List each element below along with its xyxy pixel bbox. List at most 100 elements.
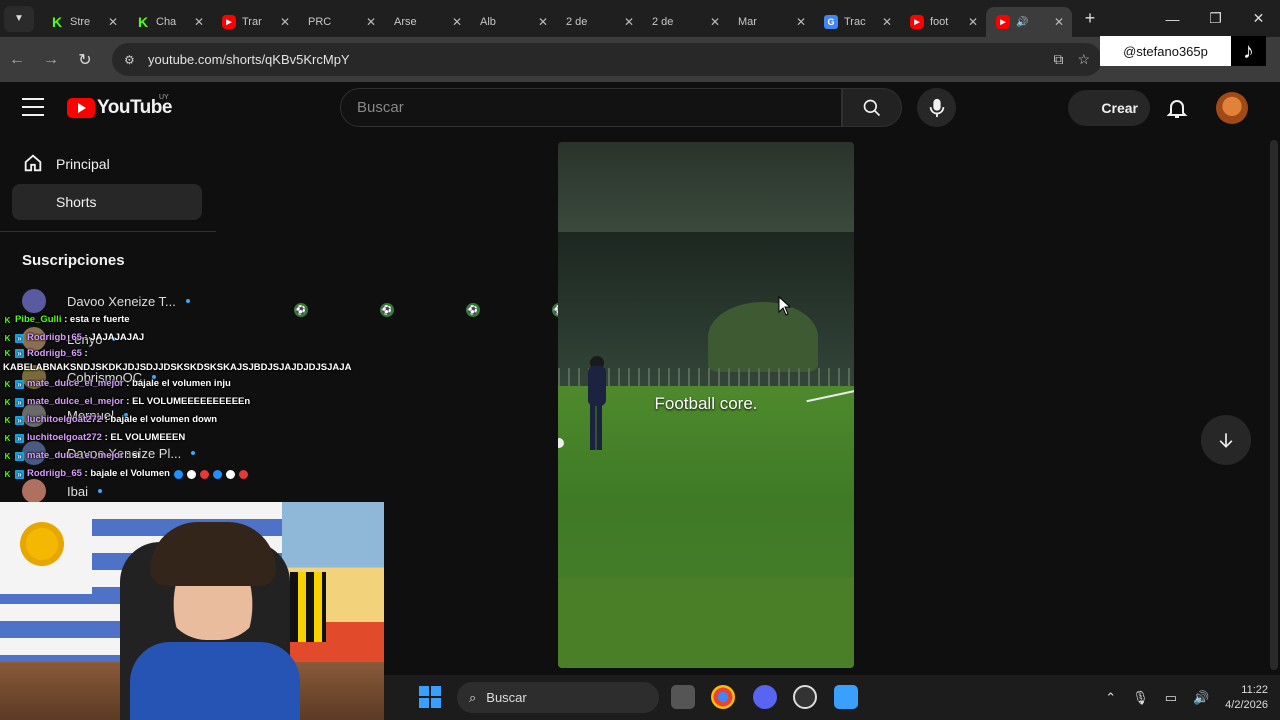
- sidebar-item-principal[interactable]: Principal: [12, 146, 202, 182]
- browser-tab[interactable]: ⚽ PRC ✕: [294, 7, 384, 317]
- close-tab-icon[interactable]: ✕: [364, 15, 378, 29]
- menu-icon[interactable]: [22, 98, 44, 116]
- chat-username[interactable]: Rodriigb_65: [27, 348, 82, 359]
- task-view-icon[interactable]: [671, 685, 695, 709]
- chat-username[interactable]: luchitoelgoat272: [27, 429, 102, 447]
- chat-text: bajale el Volumen: [90, 468, 170, 479]
- new-tab-button[interactable]: +: [1076, 8, 1104, 29]
- close-tab-icon[interactable]: ✕: [880, 15, 894, 29]
- obs-icon[interactable]: [793, 685, 817, 709]
- browser-tab[interactable]: K Stre ✕: [40, 7, 126, 37]
- browser-tab[interactable]: ⚽2 de✕: [552, 7, 642, 317]
- subscriber-badge-icon: »: [15, 433, 24, 443]
- notifications-bell-icon[interactable]: [1165, 96, 1189, 120]
- close-tab-icon[interactable]: ✕: [106, 15, 120, 29]
- tab-title: Trar: [242, 16, 262, 28]
- taskbar-search-placeholder: Buscar: [486, 690, 527, 705]
- forward-button[interactable]: →: [34, 51, 68, 69]
- close-tab-icon[interactable]: ✕: [794, 15, 808, 29]
- create-label: Crear: [1101, 100, 1138, 116]
- minimize-button[interactable]: —: [1151, 0, 1194, 37]
- restore-button[interactable]: ❐: [1194, 0, 1237, 37]
- next-short-button[interactable]: [1201, 415, 1251, 465]
- chat-text: esta re fuerte: [69, 314, 130, 325]
- youtube-header: YouTube UY Buscar Crear: [0, 82, 1280, 134]
- browser-tab[interactable]: ▶ 🔊 ✕: [986, 7, 1072, 37]
- youtube-logo[interactable]: YouTube UY: [67, 94, 172, 119]
- close-tab-icon[interactable]: ✕: [622, 15, 636, 29]
- close-tab-icon[interactable]: ✕: [966, 15, 980, 29]
- search-button[interactable]: [842, 88, 902, 127]
- chat-username[interactable]: Rodriigb_65: [27, 329, 82, 347]
- clock-date: 4/2/2026: [1225, 698, 1268, 711]
- close-tab-icon[interactable]: ✕: [1052, 15, 1066, 29]
- ball-icon: ⚽: [466, 303, 480, 317]
- install-app-icon[interactable]: ⧉: [1053, 51, 1063, 68]
- stream-chat-overlay: K Pibe_Gulli : esta re fuerte K» Rodriigb_6…: [0, 311, 351, 483]
- close-tab-icon[interactable]: ✕: [536, 15, 550, 29]
- chat-text: bajale el volumen inju: [132, 378, 231, 389]
- chevron-up-icon[interactable]: ⌃: [1105, 690, 1116, 706]
- close-tab-icon[interactable]: ✕: [708, 15, 722, 29]
- chat-emote-icon: [212, 469, 222, 479]
- chat-username[interactable]: mate_dulce_el_mejor: [27, 393, 124, 411]
- search-input[interactable]: Buscar: [340, 88, 842, 127]
- chat-text: EL VOLUMEEEN: [110, 432, 186, 443]
- volume-icon[interactable]: 🔊: [1193, 690, 1209, 706]
- sidebar-item-label: Principal: [56, 156, 110, 172]
- close-window-button[interactable]: ✕: [1237, 0, 1280, 37]
- bookmark-star-icon[interactable]: ☆: [1077, 51, 1090, 68]
- browser-tab[interactable]: ⚽2 de✕: [638, 7, 728, 317]
- browser-tab[interactable]: ⚽ Alb ✕: [466, 7, 556, 317]
- microphone-icon[interactable]: 🎙: [1132, 690, 1149, 706]
- close-tab-icon[interactable]: ✕: [450, 15, 464, 29]
- close-tab-icon[interactable]: ✕: [278, 15, 292, 29]
- discord-icon[interactable]: [753, 685, 777, 709]
- sidebar-item-shorts[interactable]: Shorts: [12, 184, 202, 220]
- search-icon: ⌕: [469, 689, 477, 705]
- browser-tab[interactable]: K Cha ✕: [126, 7, 212, 37]
- omnibox-actions: ⧉ ☆: [1053, 43, 1090, 76]
- tab-audio-icon[interactable]: 🔊: [1016, 17, 1028, 28]
- back-button[interactable]: ←: [0, 51, 34, 69]
- tab-search-button[interactable]: ▼: [4, 5, 34, 32]
- shorts-video-player[interactable]: Football core.: [558, 142, 854, 668]
- chat-message: K» mate_dulce_el_mejor : EL VOLUMEEEEEEEE…: [0, 393, 270, 411]
- chat-username[interactable]: luchitoelgoat272: [27, 411, 102, 429]
- chat-message: K» Rodriigb_65 : bajale el Volumen: [0, 465, 270, 483]
- kick-badge-icon: K: [4, 315, 11, 325]
- browser-tab[interactable]: ⚽Mar✕: [724, 7, 814, 317]
- browser-tab[interactable]: G Trac ✕: [814, 7, 900, 37]
- chat-emote-icon: [225, 469, 235, 479]
- chrome-icon[interactable]: [711, 685, 735, 709]
- page-scrollbar[interactable]: [1270, 140, 1278, 670]
- kick-badge-icon: K: [4, 451, 11, 461]
- close-tab-icon[interactable]: ✕: [192, 15, 206, 29]
- browser-tab[interactable]: ▶ foot ✕: [900, 7, 986, 37]
- browser-tab[interactable]: ⚽ Arse ✕: [380, 7, 470, 317]
- chat-username[interactable]: mate_dulce_el_mejor: [27, 375, 124, 393]
- tab-title: Arse: [394, 16, 417, 28]
- browser-tab[interactable]: ▶ Trar ✕: [212, 7, 298, 37]
- taskbar-search-input[interactable]: ⌕ Buscar: [457, 682, 659, 713]
- youtube-icon: ▶: [222, 15, 236, 29]
- youtube-icon: ▶: [910, 15, 924, 29]
- chat-username[interactable]: mate_dulce_el_mejor: [27, 447, 124, 465]
- windows-start-icon[interactable]: [419, 686, 441, 708]
- notepad-icon[interactable]: [834, 685, 858, 709]
- voice-search-button[interactable]: [917, 88, 956, 127]
- clock[interactable]: 11:22 4/2/2026: [1225, 683, 1268, 713]
- kick-badge-icon: K: [4, 415, 11, 425]
- chat-username[interactable]: Pibe_Gulli: [15, 311, 61, 329]
- account-avatar[interactable]: [1216, 92, 1248, 124]
- sun-of-may-icon: [14, 516, 70, 572]
- site-info-icon[interactable]: ⚙: [124, 53, 140, 67]
- network-icon[interactable]: ▭: [1165, 690, 1177, 706]
- chat-message: K Pibe_Gulli : esta re fuerte: [0, 311, 270, 329]
- new-content-dot: [185, 299, 190, 303]
- chat-username[interactable]: Rodriigb_65: [27, 465, 82, 483]
- chat-message: K» mate_dulce_el_mejor : bajale el volume…: [0, 375, 270, 393]
- create-button[interactable]: Crear: [1068, 90, 1150, 126]
- address-bar[interactable]: ⚙ youtube.com/shorts/qKBv5KrcMpY ⧉ ☆: [112, 43, 1102, 76]
- reload-button[interactable]: ↻: [68, 50, 102, 70]
